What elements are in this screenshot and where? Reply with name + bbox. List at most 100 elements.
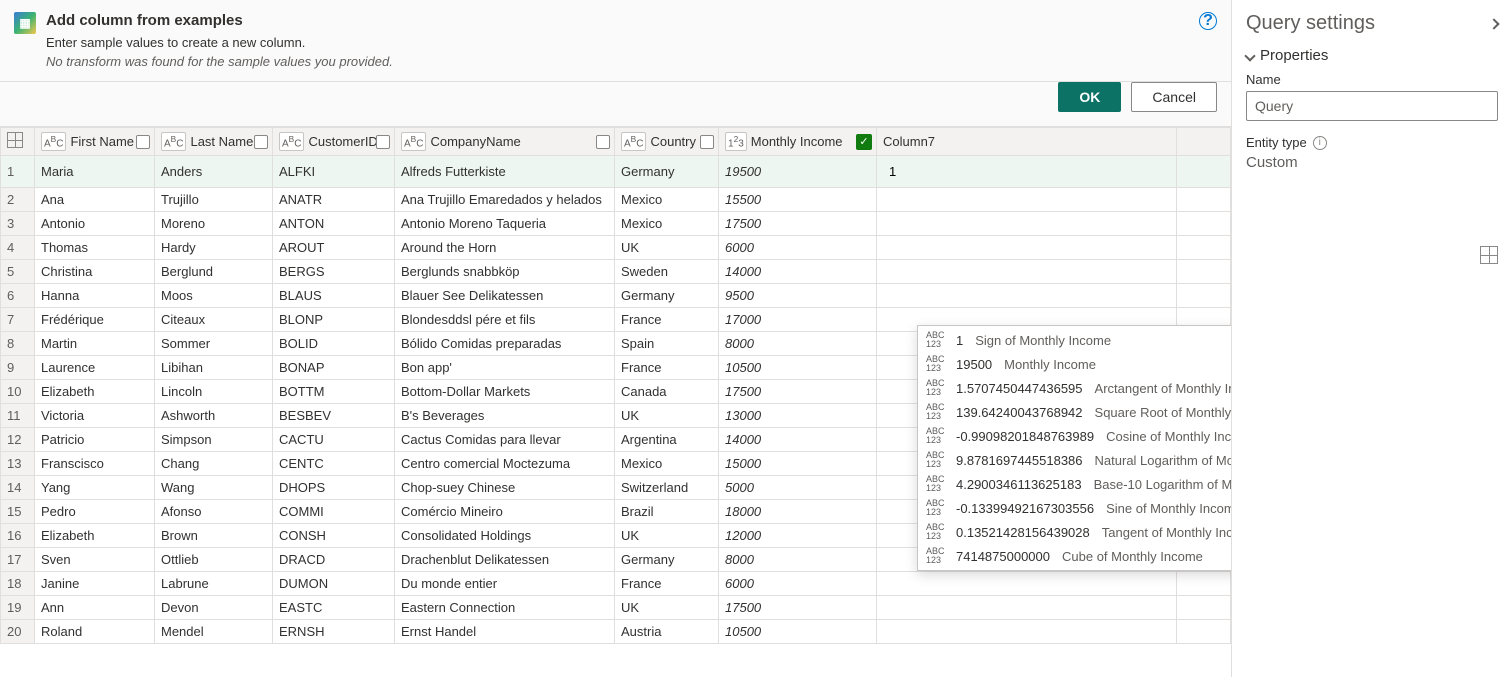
cell-last-name[interactable]: Hardy <box>155 236 273 260</box>
row-number[interactable]: 7 <box>1 308 35 332</box>
col-checkbox[interactable] <box>376 135 390 149</box>
cell-monthly-income[interactable]: 19500 <box>719 156 877 188</box>
cell-customer-id[interactable]: DRACD <box>273 548 395 572</box>
new-column-header[interactable]: Column7 <box>877 128 1177 156</box>
cell-customer-id[interactable]: BONAP <box>273 356 395 380</box>
row-number[interactable]: 19 <box>1 596 35 620</box>
cell-company-name[interactable]: Around the Horn <box>395 236 615 260</box>
cell-country[interactable]: Brazil <box>615 500 719 524</box>
cell-first-name[interactable]: Victoria <box>35 404 155 428</box>
col-monthly-income[interactable]: 123Monthly Income✓ <box>719 128 877 156</box>
col-country[interactable]: ABCCountry <box>615 128 719 156</box>
cell-company-name[interactable]: Consolidated Holdings <box>395 524 615 548</box>
cell-last-name[interactable]: Chang <box>155 452 273 476</box>
cell-monthly-income[interactable]: 5000 <box>719 476 877 500</box>
cell-company-name[interactable]: Blondesddsl pére et fils <box>395 308 615 332</box>
cell-customer-id[interactable]: ALFKI <box>273 156 395 188</box>
new-column-cell[interactable] <box>877 260 1177 284</box>
new-column-cell[interactable] <box>877 212 1177 236</box>
row-number[interactable]: 10 <box>1 380 35 404</box>
cell-first-name[interactable]: Franscisco <box>35 452 155 476</box>
cell-last-name[interactable]: Libihan <box>155 356 273 380</box>
example-input[interactable] <box>883 160 1170 183</box>
cell-country[interactable]: UK <box>615 236 719 260</box>
cell-company-name[interactable]: Eastern Connection <box>395 596 615 620</box>
new-column-cell[interactable] <box>877 284 1177 308</box>
cell-company-name[interactable]: Centro comercial Moctezuma <box>395 452 615 476</box>
cell-last-name[interactable]: Citeaux <box>155 308 273 332</box>
cell-company-name[interactable]: Ernst Handel <box>395 620 615 644</box>
cell-last-name[interactable]: Ashworth <box>155 404 273 428</box>
cell-company-name[interactable]: Chop-suey Chinese <box>395 476 615 500</box>
cell-first-name[interactable]: Ana <box>35 188 155 212</box>
row-number[interactable]: 17 <box>1 548 35 572</box>
suggestion-item[interactable]: ABC1234.2900346113625183Base-10 Logarith… <box>918 472 1231 496</box>
cell-country[interactable]: Sweden <box>615 260 719 284</box>
col-checkbox-checked[interactable]: ✓ <box>856 134 872 150</box>
new-column-cell[interactable] <box>877 596 1177 620</box>
row-number[interactable]: 6 <box>1 284 35 308</box>
cell-customer-id[interactable]: ERNSH <box>273 620 395 644</box>
cell-last-name[interactable]: Mendel <box>155 620 273 644</box>
cell-country[interactable]: Canada <box>615 380 719 404</box>
cell-first-name[interactable]: Laurence <box>35 356 155 380</box>
cell-customer-id[interactable]: BERGS <box>273 260 395 284</box>
cell-monthly-income[interactable]: 17500 <box>719 596 877 620</box>
cell-company-name[interactable]: Bólido Comidas preparadas <box>395 332 615 356</box>
cell-last-name[interactable]: Ottlieb <box>155 548 273 572</box>
col-company-name[interactable]: ABCCompanyName <box>395 128 615 156</box>
row-number[interactable]: 5 <box>1 260 35 284</box>
cell-last-name[interactable]: Lincoln <box>155 380 273 404</box>
table-row[interactable]: 4ThomasHardyAROUTAround the HornUK6000 <box>1 236 1231 260</box>
cell-last-name[interactable]: Moos <box>155 284 273 308</box>
cell-company-name[interactable]: Ana Trujillo Emaredados y helados <box>395 188 615 212</box>
cell-monthly-income[interactable]: 8000 <box>719 548 877 572</box>
suggestion-item[interactable]: ABC12319500Monthly Income <box>918 352 1231 376</box>
suggestion-item[interactable]: ABC123-0.13399492167303556Sine of Monthl… <box>918 496 1231 520</box>
cell-first-name[interactable]: Elizabeth <box>35 524 155 548</box>
cell-company-name[interactable]: Blauer See Delikatessen <box>395 284 615 308</box>
cell-last-name[interactable]: Brown <box>155 524 273 548</box>
cell-first-name[interactable]: Ann <box>35 596 155 620</box>
cell-monthly-income[interactable]: 17500 <box>719 212 877 236</box>
cell-customer-id[interactable]: BLONP <box>273 308 395 332</box>
cell-country[interactable]: Mexico <box>615 188 719 212</box>
row-number[interactable]: 1 <box>1 156 35 188</box>
cell-first-name[interactable]: Martin <box>35 332 155 356</box>
cell-customer-id[interactable]: ANATR <box>273 188 395 212</box>
cell-customer-id[interactable]: COMMI <box>273 500 395 524</box>
cell-monthly-income[interactable]: 12000 <box>719 524 877 548</box>
cell-first-name[interactable]: Patricio <box>35 428 155 452</box>
cell-monthly-income[interactable]: 14000 <box>719 428 877 452</box>
col-checkbox[interactable] <box>254 135 268 149</box>
row-number[interactable]: 4 <box>1 236 35 260</box>
cell-company-name[interactable]: Bon app' <box>395 356 615 380</box>
new-column-cell[interactable] <box>877 572 1177 596</box>
cell-first-name[interactable]: Elizabeth <box>35 380 155 404</box>
cell-monthly-income[interactable]: 17500 <box>719 380 877 404</box>
row-number[interactable]: 16 <box>1 524 35 548</box>
cell-country[interactable]: France <box>615 356 719 380</box>
cell-first-name[interactable]: Antonio <box>35 212 155 236</box>
col-customer-id[interactable]: ABCCustomerID <box>273 128 395 156</box>
row-number[interactable]: 11 <box>1 404 35 428</box>
cell-customer-id[interactable]: BLAUS <box>273 284 395 308</box>
cell-last-name[interactable]: Labrune <box>155 572 273 596</box>
cell-first-name[interactable]: Janine <box>35 572 155 596</box>
cell-last-name[interactable]: Afonso <box>155 500 273 524</box>
cell-monthly-income[interactable]: 15500 <box>719 188 877 212</box>
cell-first-name[interactable]: Yang <box>35 476 155 500</box>
cell-country[interactable]: Mexico <box>615 452 719 476</box>
cell-country[interactable]: Switzerland <box>615 476 719 500</box>
suggestion-item[interactable]: ABC1230.13521428156439028Tangent of Mont… <box>918 520 1231 544</box>
cell-country[interactable]: France <box>615 308 719 332</box>
properties-section-toggle[interactable]: Properties <box>1246 47 1498 64</box>
col-last-name[interactable]: ABCLast Name <box>155 128 273 156</box>
cell-country[interactable]: Spain <box>615 332 719 356</box>
row-number[interactable]: 14 <box>1 476 35 500</box>
row-number[interactable]: 18 <box>1 572 35 596</box>
col-checkbox[interactable] <box>596 135 610 149</box>
table-row[interactable]: 2AnaTrujilloANATRAna Trujillo Emaredados… <box>1 188 1231 212</box>
cell-customer-id[interactable]: CENTC <box>273 452 395 476</box>
suggestion-item[interactable]: ABC123139.64240043768942Square Root of M… <box>918 400 1231 424</box>
